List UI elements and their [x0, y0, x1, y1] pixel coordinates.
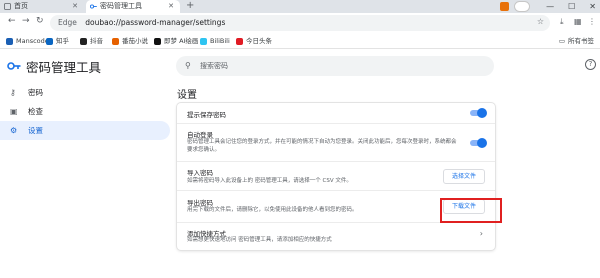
bookmark-item[interactable]: 今日头条	[236, 33, 272, 49]
close-icon[interactable]: ✕	[168, 0, 174, 13]
bookmark-label: 即梦 AI绘画	[164, 37, 199, 45]
extension-icon[interactable]	[500, 2, 509, 11]
sidebar-item-checkup[interactable]: ▣ 检查	[0, 102, 170, 121]
sidebar-item-label: 密码	[28, 88, 43, 97]
auto-signin-toggle[interactable]	[470, 138, 487, 148]
bookmark-icon	[80, 37, 87, 45]
sidebar-item-passwords[interactable]: ⚷ 密码	[0, 83, 170, 102]
all-bookmarks[interactable]: ▭ 所有书签	[559, 33, 594, 49]
bookmark-item[interactable]: BiliBili	[200, 33, 230, 49]
setting-add-shortcut[interactable]: 添加快捷方式 如需想更快速地访问 密码管理工具，请添加相应的快捷方式 ›	[177, 222, 495, 250]
offer-to-save-toggle[interactable]	[470, 108, 487, 118]
bookmark-label: 抖音	[90, 37, 103, 45]
setting-import-passwords: 导入密码 如需将密码导入此设备上的 密码管理工具，请选择一个 CSV 文件。 选…	[177, 161, 495, 190]
menu-icon[interactable]: ⋮	[588, 17, 596, 26]
setting-title: 提示保存密码	[187, 111, 226, 119]
sidebar-item-settings[interactable]: ⚙ 设置	[0, 121, 170, 140]
page-title: 设置	[177, 90, 197, 101]
bookmark-icon	[236, 37, 243, 45]
bookmark-icon	[200, 37, 207, 45]
address-bar[interactable]: Edge doubao://password-manager/settings	[50, 15, 550, 31]
back-button[interactable]: ←	[8, 16, 16, 26]
bookmarks-bar: Manscode 知乎 抖音 番茄小说 即梦 AI绘画 BiliBili 今日头…	[0, 33, 600, 49]
setting-description: 用完下载的文件后，请删除它，以免使用此设备的他人看到您的密码。	[187, 207, 358, 213]
setting-description: 密码管理工具会记住您的登录方式，并在可能的情况下自动为您登录。关闭此功能后，您每…	[187, 139, 457, 153]
maximize-button[interactable]: ☐	[568, 0, 575, 13]
search-placeholder: 搜索密码	[200, 62, 228, 70]
sidebar-item-label: 检查	[28, 107, 43, 116]
key-icon	[7, 60, 21, 74]
browser-chip: Edge	[58, 18, 77, 27]
setting-description: 如需想更快速地访问 密码管理工具，请添加相应的快捷方式	[187, 237, 332, 243]
profile-icon[interactable]	[514, 1, 530, 12]
bookmark-label: 番茄小说	[122, 37, 148, 45]
app-title: 密码管理工具	[26, 60, 102, 75]
sidebar-item-label: 设置	[28, 126, 43, 135]
address-bar-row: ← → ↻ Edge doubao://password-manager/set…	[0, 13, 600, 33]
sidebar: ⚷ 密码 ▣ 检查 ⚙ 设置	[0, 83, 170, 140]
bookmark-label: Manscode	[16, 37, 49, 45]
password-manager-app: 密码管理工具 ⚲ 搜索密码 ? ⚷ 密码 ▣ 检查 ⚙ 设置 设置 提示保存密码…	[0, 49, 600, 278]
key-icon	[90, 4, 97, 9]
tab-password-manager[interactable]: 密码管理工具 ✕	[86, 0, 180, 13]
forward-button[interactable]: →	[22, 16, 30, 26]
all-bookmarks-label: 所有书签	[568, 37, 594, 45]
browser-tab-bar: 首页 ✕ 密码管理工具 ✕ + — ☐ ✕	[0, 0, 600, 13]
close-window-button[interactable]: ✕	[589, 0, 596, 13]
check-icon: ▣	[10, 107, 18, 116]
bookmark-item[interactable]: 番茄小说	[112, 33, 148, 49]
tab-label: 密码管理工具	[100, 2, 142, 10]
gear-icon: ⚙	[10, 126, 18, 135]
bookmark-icon	[6, 37, 13, 45]
bookmark-icon	[46, 37, 53, 45]
tab-label: 首页	[14, 2, 28, 10]
bookmark-item[interactable]: 抖音	[80, 33, 103, 49]
highlight-box	[440, 198, 502, 223]
setting-auto-signin: 自动登录 密码管理工具会记住您的登录方式，并在可能的情况下自动为您登录。关闭此功…	[177, 123, 495, 161]
bookmark-item[interactable]: 即梦 AI绘画	[154, 33, 198, 49]
bookmark-label: BiliBili	[210, 37, 230, 45]
search-icon: ⚲	[185, 61, 191, 70]
bookmark-icon	[112, 37, 119, 45]
help-icon[interactable]: ?	[585, 59, 596, 70]
folder-icon: ▭	[558, 37, 565, 45]
new-tab-button[interactable]: +	[186, 0, 194, 12]
bookmark-item[interactable]: Manscode	[6, 33, 49, 49]
key-icon: ⚷	[10, 88, 16, 97]
select-file-button[interactable]: 选择文件	[442, 169, 485, 184]
url-text: doubao://password-manager/settings	[85, 18, 226, 27]
bookmark-item[interactable]: 知乎	[46, 33, 69, 49]
bookmark-label: 今日头条	[246, 37, 272, 45]
bookmark-star-icon[interactable]: ☆	[537, 17, 544, 26]
settings-card: 提示保存密码 自动登录 密码管理工具会记住您的登录方式，并在可能的情况下自动为您…	[177, 103, 495, 250]
chevron-right-icon: ›	[479, 229, 483, 238]
bookmark-label: 知乎	[56, 37, 69, 45]
bookmark-icon	[154, 37, 161, 45]
setting-title: 导入密码	[187, 169, 213, 177]
reload-button[interactable]: ↻	[36, 16, 44, 26]
search-input[interactable]: ⚲ 搜索密码	[176, 56, 494, 76]
page-icon	[4, 3, 11, 10]
minimize-button[interactable]: —	[546, 0, 554, 13]
setting-description: 如需将密码导入此设备上的 密码管理工具，请选择一个 CSV 文件。	[187, 178, 352, 184]
app-header: 密码管理工具 ⚲ 搜索密码 ?	[0, 49, 600, 83]
extensions-icon[interactable]: ▦	[574, 17, 582, 26]
close-icon[interactable]: ✕	[72, 0, 78, 13]
download-icon[interactable]: ⤓	[560, 17, 564, 27]
setting-offer-to-save: 提示保存密码	[177, 103, 495, 123]
tab-home[interactable]: 首页 ✕	[0, 0, 84, 13]
